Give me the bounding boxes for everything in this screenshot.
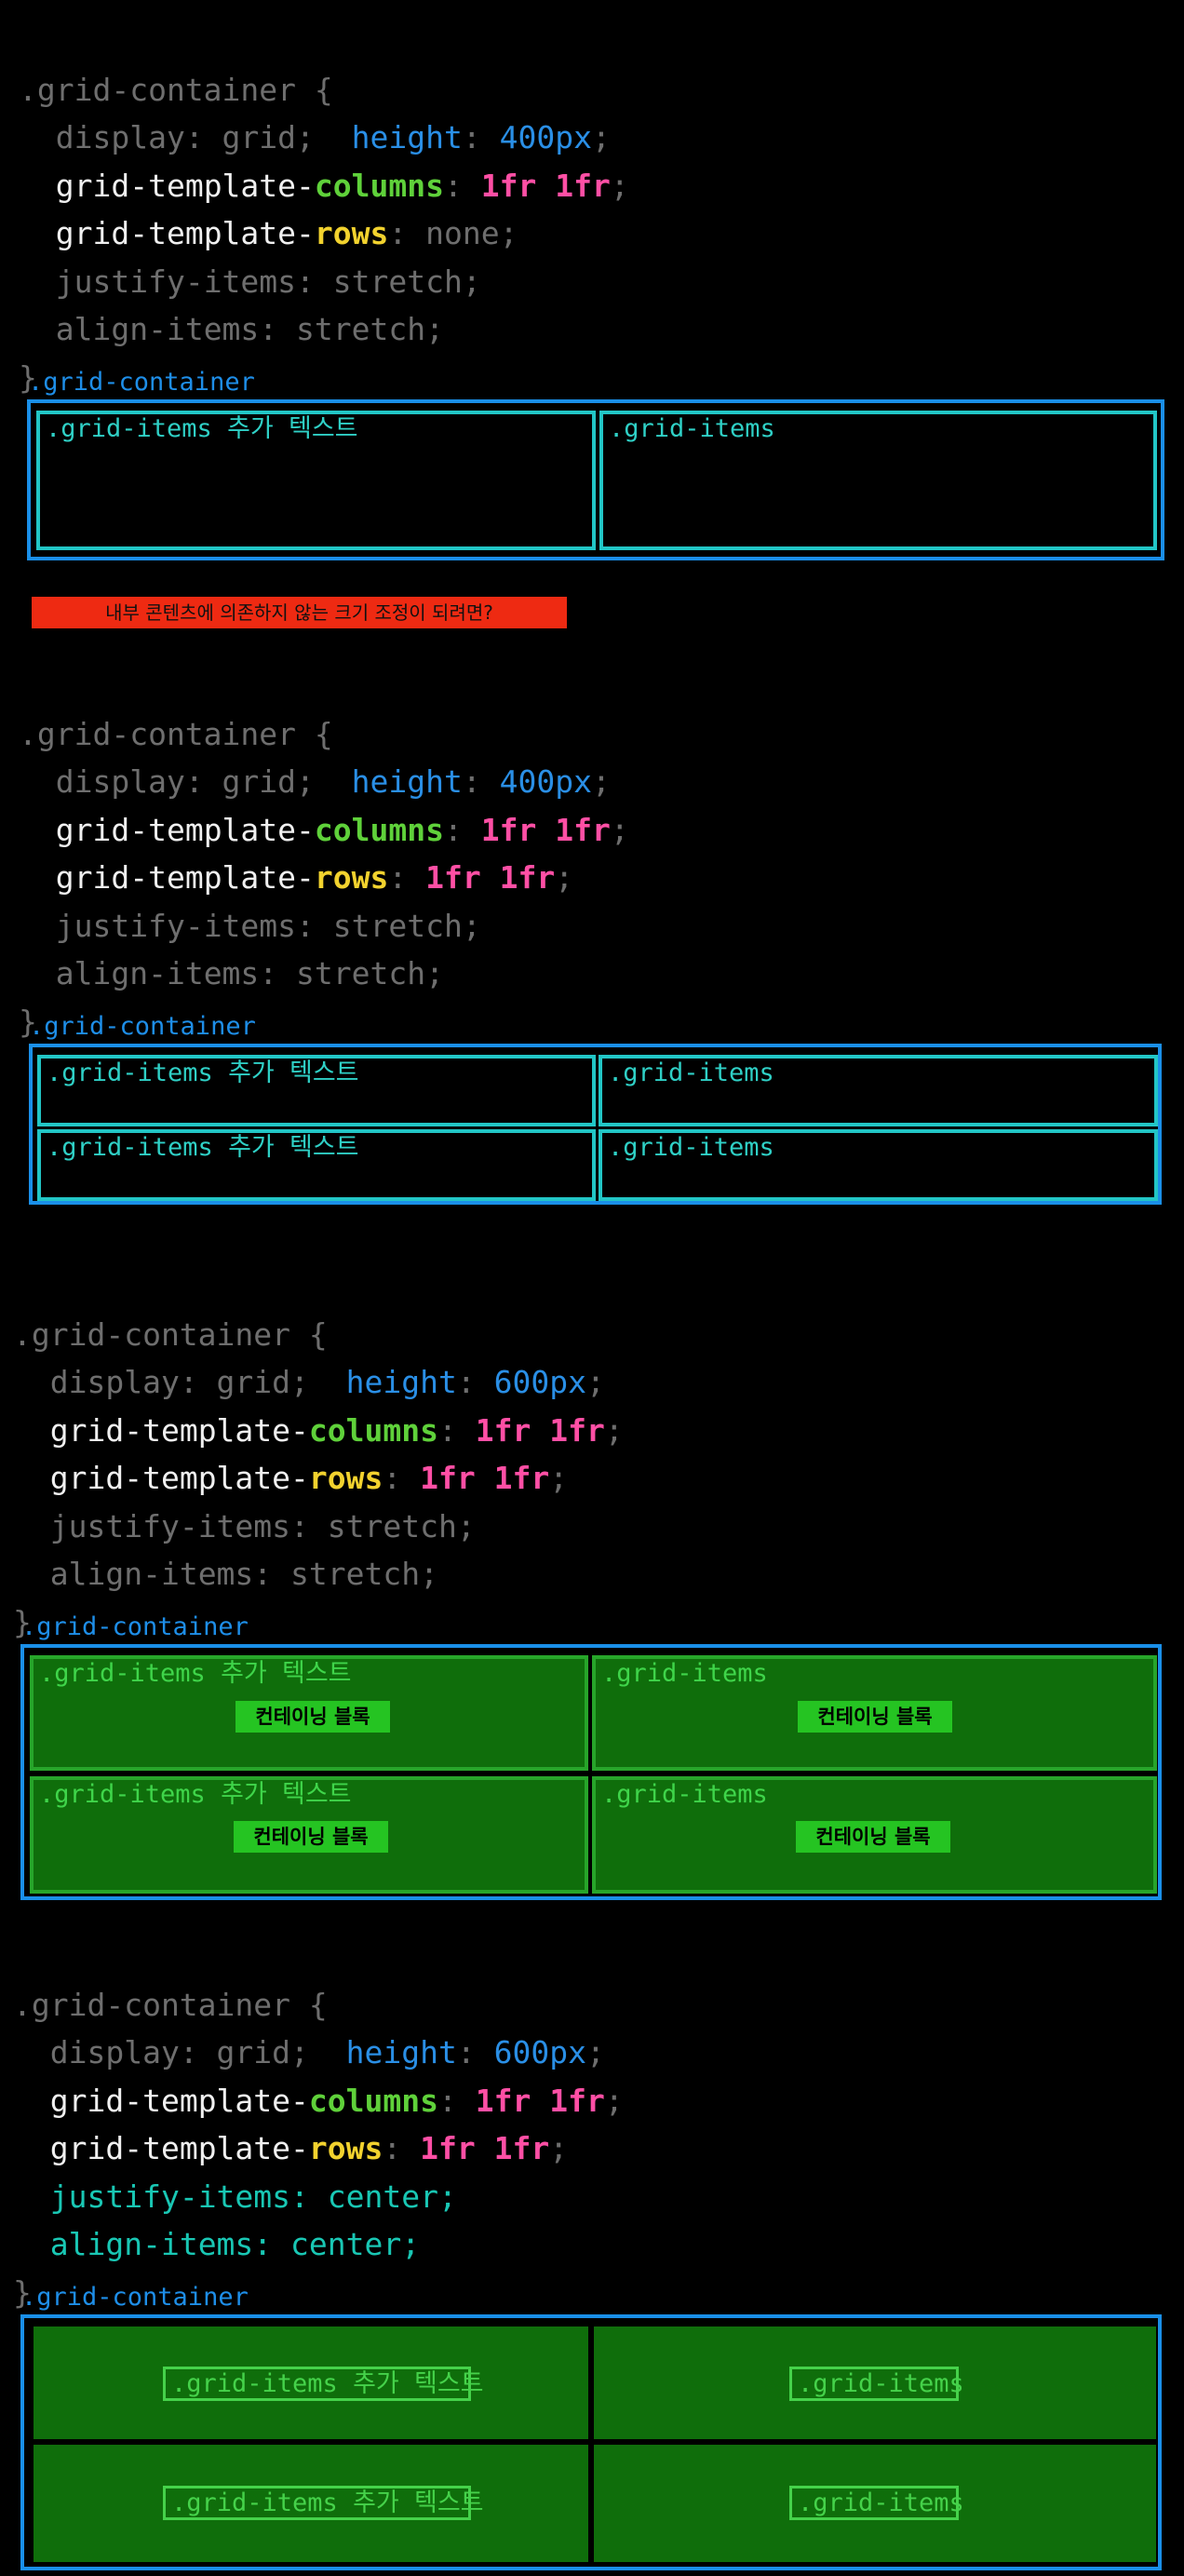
- code-display: display: grid;: [55, 763, 315, 800]
- container-label-3: .grid-container: [21, 1612, 249, 1641]
- grid-item-label: .grid-items: [601, 1780, 768, 1809]
- grid-container-2: .grid-items 추가 텍스트 .grid-items .grid-ite…: [29, 1044, 1162, 1205]
- grid-item: .grid-items 컨테이닝 블록: [592, 1776, 1157, 1894]
- grid-item: .grid-items 추가 텍스트: [37, 1055, 596, 1126]
- code-height-val: 400px: [499, 119, 592, 155]
- grid-item: .grid-items 추가 텍스트: [163, 2367, 484, 2401]
- code-selector: .grid-container {: [13, 1986, 328, 2023]
- code-display: display: grid;: [55, 119, 315, 155]
- code-height-val: 400px: [499, 763, 592, 800]
- code-rows-prop-b: rows: [308, 2130, 383, 2166]
- grid-item-label: .grid-items 추가 텍스트: [39, 1780, 352, 1809]
- code-cols-val: 1fr 1fr: [475, 2082, 605, 2119]
- grid-item: .grid-items 추가 텍스트 컨테이닝 블록: [30, 1655, 588, 1771]
- grid-item-label: .grid-items 추가 텍스트: [46, 414, 358, 443]
- code-selector: .grid-container {: [13, 1315, 328, 1353]
- code-cols-val: 1fr 1fr: [475, 1411, 605, 1449]
- container-label-2: .grid-container: [29, 1012, 256, 1041]
- grid-cell-2: .grid-items: [594, 2326, 1156, 2439]
- question-banner: 내부 콘텐츠에 의존하지 않는 크기 조정이 되려면?: [32, 597, 567, 628]
- code-height-prop: height: [351, 119, 463, 155]
- code-selector: .grid-container {: [19, 71, 333, 108]
- code-cols-prop-b: columns: [314, 811, 444, 848]
- code-rows-val: 1fr 1fr: [420, 1460, 550, 1496]
- code-align: align-items: stretch;: [55, 955, 444, 991]
- code-rows-prop-a: grid-template-: [55, 215, 315, 251]
- code-cols-prop-b: columns: [308, 1411, 438, 1449]
- code-justify: justify-items: stretch;: [55, 263, 481, 300]
- grid-item: .grid-items 컨테이닝 블록: [592, 1655, 1157, 1771]
- code-rows-prop-a: grid-template-: [49, 2130, 309, 2166]
- grid-item: .grid-items 추가 텍스트 컨테이닝 블록: [30, 1776, 588, 1894]
- grid-cell-4: .grid-items: [594, 2445, 1156, 2562]
- code-display: display: grid;: [49, 1364, 309, 1400]
- grid-item: .grid-items: [789, 2486, 964, 2520]
- code-justify: justify-items: center;: [49, 2178, 457, 2215]
- grid-item: .grid-items: [599, 411, 1157, 550]
- grid-item-label: .grid-items: [608, 1059, 774, 1087]
- code-rows-prop-a: grid-template-: [49, 1460, 309, 1496]
- container-label-1: .grid-container: [28, 368, 255, 397]
- grid-item: .grid-items: [599, 1129, 1158, 1201]
- code-height-val: 600px: [493, 1364, 586, 1400]
- grid-item-label: .grid-items 추가 텍스트: [47, 1133, 359, 1162]
- containing-block: 컨테이닝 블록: [796, 1821, 950, 1853]
- code-rows-prop-b: rows: [314, 215, 389, 251]
- code-cols-prop-a: grid-template-: [49, 1411, 309, 1449]
- code-cols-prop-b: columns: [308, 2082, 438, 2119]
- code-cols-val: 1fr 1fr: [480, 167, 611, 204]
- grid-item: .grid-items 추가 텍스트: [37, 1129, 596, 1201]
- grid-container-3: .grid-items 추가 텍스트 컨테이닝 블록 .grid-items 컨…: [20, 1644, 1162, 1900]
- containing-block: 컨테이닝 블록: [235, 1701, 390, 1733]
- grid-item: .grid-items 추가 텍스트: [163, 2486, 484, 2520]
- grid-cell-1: .grid-items 추가 텍스트: [34, 2326, 588, 2439]
- grid-cell-3: .grid-items 추가 텍스트: [34, 2445, 588, 2562]
- code-cols-prop-a: grid-template-: [55, 811, 315, 848]
- code-rows-prop-a: grid-template-: [55, 859, 315, 896]
- code-cols-prop-b: columns: [314, 167, 444, 204]
- grid-item-label: .grid-items 추가 텍스트: [39, 1659, 352, 1688]
- code-height-val: 600px: [493, 2034, 586, 2070]
- containing-block: 컨테이닝 블록: [234, 1821, 388, 1853]
- code-selector: .grid-container {: [19, 715, 333, 752]
- code-height-prop: height: [345, 2034, 457, 2070]
- code-rows-val: 1fr 1fr: [420, 2130, 550, 2166]
- code-height-prop: height: [351, 763, 463, 800]
- grid-item: .grid-items: [789, 2367, 964, 2401]
- grid-item-label: .grid-items: [608, 1133, 774, 1162]
- code-cols-prop-a: grid-template-: [49, 2082, 309, 2119]
- code-justify: justify-items: stretch;: [55, 907, 481, 944]
- grid-item: .grid-items: [599, 1055, 1158, 1126]
- code-height-prop: height: [345, 1364, 457, 1400]
- grid-container-1: .grid-items 추가 텍스트 .grid-items: [27, 399, 1164, 560]
- code-cols-prop-a: grid-template-: [55, 167, 315, 204]
- code-rows-prop-b: rows: [308, 1460, 383, 1496]
- grid-item-label: .grid-items: [601, 1659, 768, 1688]
- code-cols-val: 1fr 1fr: [480, 811, 611, 848]
- code-justify: justify-items: stretch;: [49, 1507, 476, 1544]
- grid-item-label: .grid-items 추가 텍스트: [47, 1059, 359, 1087]
- grid-item: .grid-items 추가 텍스트: [36, 411, 596, 550]
- grid-item-label: .grid-items: [609, 414, 775, 443]
- code-rows-val: none: [425, 215, 500, 251]
- container-label-4: .grid-container: [21, 2283, 249, 2312]
- code-align: align-items: stretch;: [55, 311, 444, 347]
- code-rows-val: 1fr 1fr: [425, 859, 556, 896]
- code-display: display: grid;: [49, 2034, 309, 2070]
- containing-block: 컨테이닝 블록: [798, 1701, 952, 1733]
- code-align: align-items: stretch;: [49, 1556, 438, 1592]
- code-align: align-items: center;: [49, 2226, 421, 2262]
- grid-container-4: .grid-items 추가 텍스트 .grid-items .grid-ite…: [20, 2314, 1162, 2570]
- code-rows-prop-b: rows: [314, 859, 389, 896]
